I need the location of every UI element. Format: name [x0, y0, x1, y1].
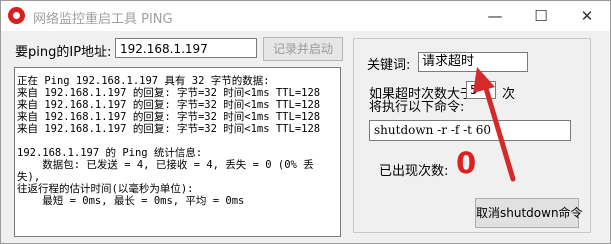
cancel-shutdown-button[interactable]: 取消shutdown命令 [475, 198, 583, 228]
title-bar: 网络监控重启工具 PING — ☐ ✕ [1, 1, 610, 31]
keyword-label: 关键词: [367, 58, 411, 73]
ping-log-text: 正在 Ping 192.168.1.197 具有 32 字节的数据: 来自 19… [17, 75, 321, 207]
ip-address-label: 要ping的IP地址: [15, 45, 112, 60]
app-window: 网络监控重启工具 PING — ☐ ✕ 要ping的IP地址: 192.168.… [0, 0, 611, 244]
arrow-head [473, 67, 495, 93]
minimize-button[interactable]: — [472, 1, 518, 31]
arrow-shaft [482, 82, 516, 182]
command-label: 将执行以下命令: [369, 100, 465, 115]
close-button[interactable]: ✕ [564, 1, 610, 31]
maximize-button[interactable]: ☐ [518, 1, 564, 31]
annotation-arrow-icon [473, 67, 516, 182]
record-and-start-button[interactable]: 记录并启动 [263, 37, 343, 61]
window-title: 网络监控重启工具 PING [33, 12, 173, 27]
ip-address-input[interactable]: 192.168.1.197 [115, 38, 257, 58]
occurrence-count-label: 已出现次数: [379, 164, 449, 179]
app-logo-icon [8, 7, 25, 24]
ping-log-textarea[interactable]: 正在 Ping 192.168.1.197 具有 32 字节的数据: 来自 19… [14, 67, 341, 237]
